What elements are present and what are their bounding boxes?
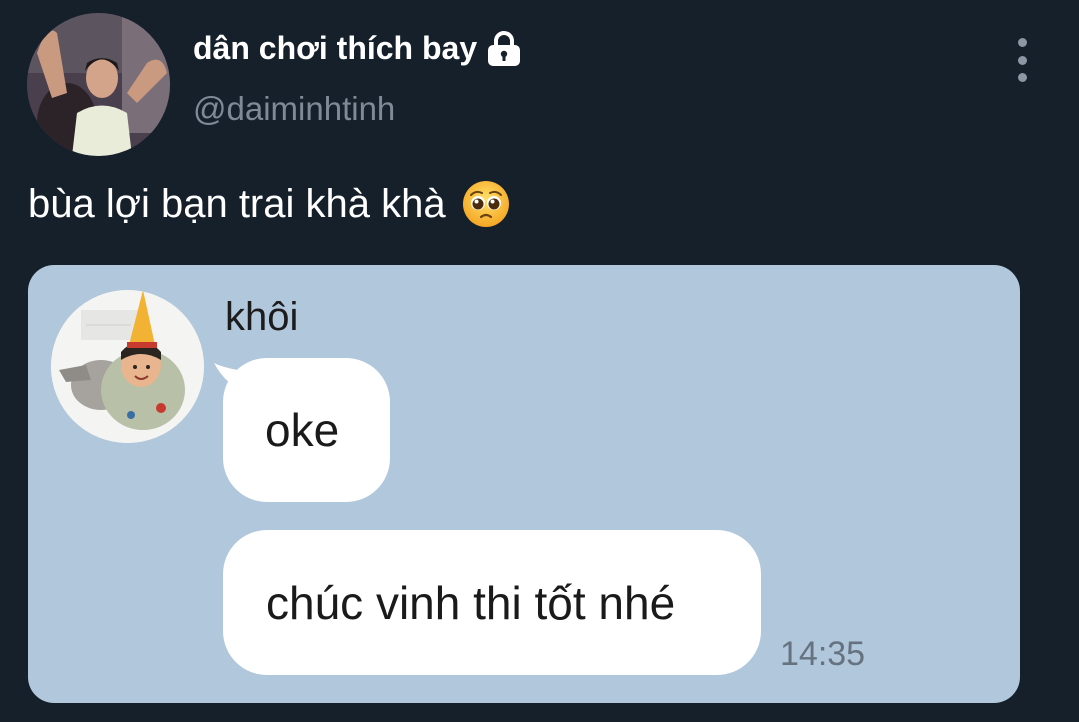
more-vertical-icon xyxy=(1017,38,1027,47)
tweet-screenshot: dân chơi thích bay @daiminhtinh bùa lợi … xyxy=(0,0,1079,722)
avatar[interactable] xyxy=(27,13,170,156)
more-options-button[interactable] xyxy=(1008,38,1036,82)
message-timestamp: 14:35 xyxy=(780,635,866,673)
message-text: oke xyxy=(265,404,340,456)
lock-icon xyxy=(485,30,523,67)
display-name[interactable]: dân chơi thích bay xyxy=(193,30,523,67)
friend-avatar xyxy=(51,290,204,443)
message-text: chúc vinh thi tốt nhé xyxy=(266,576,676,629)
more-vertical-icon-dot xyxy=(1017,55,1027,65)
tweet-text-content: bùa lợi bạn trai khà khà xyxy=(28,181,446,226)
chat-screenshot-card[interactable]: khôi oke chúc vinh thi tốt nhé 14:35 xyxy=(28,265,1020,703)
tweet-text: bùa lợi bạn trai khà khà xyxy=(28,180,510,228)
message-bubble[interactable]: chúc vinh thi tốt nhé xyxy=(223,530,761,675)
message-bubble[interactable]: oke xyxy=(223,358,390,502)
display-name-text: dân chơi thích bay xyxy=(193,30,478,66)
pleading-face-emoji-icon xyxy=(462,180,510,228)
party-hat-child-photo-image xyxy=(51,290,204,443)
profile-photo-image xyxy=(27,13,170,156)
sender-name: khôi xyxy=(225,295,299,339)
user-handle[interactable]: @daiminhtinh xyxy=(193,90,395,128)
more-vertical-icon-dot xyxy=(1017,73,1027,82)
